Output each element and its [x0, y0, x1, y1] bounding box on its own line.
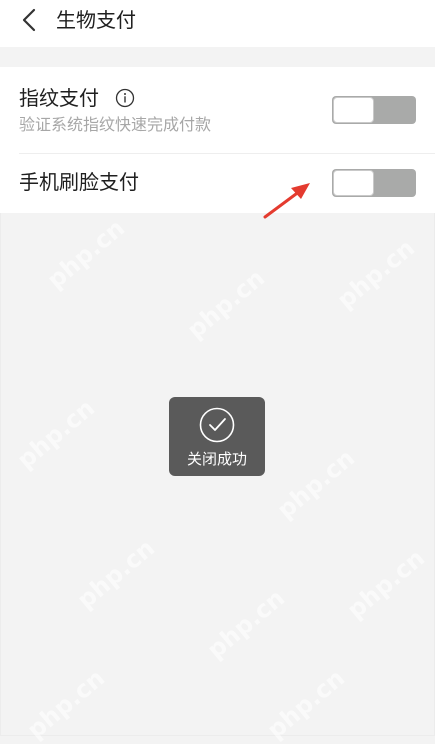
face-payment-row: 手机刷脸支付 [0, 154, 435, 213]
info-icon[interactable] [115, 88, 135, 108]
fingerprint-payment-row: 指纹支付 验证系统指纹快速完成付款 [0, 67, 435, 153]
page-title: 生物支付 [56, 8, 136, 32]
fingerprint-payment-toggle[interactable] [332, 96, 416, 124]
toast-message: 关闭成功 [186, 450, 247, 468]
chevron-left-icon[interactable] [16, 6, 44, 34]
success-toast: 关闭成功 [169, 397, 265, 476]
biometric-settings-list: 指纹支付 验证系统指纹快速完成付款 手机刷脸支付 [0, 67, 435, 213]
section-gap [0, 47, 435, 67]
toggle-knob [333, 170, 374, 196]
annotation-arrow-icon [262, 178, 314, 220]
checkmark-circle-icon [198, 406, 236, 444]
toggle-knob [333, 97, 374, 123]
navigation-header: 生物支付 [0, 0, 435, 47]
face-payment-title: 手机刷脸支付 [19, 170, 139, 194]
fingerprint-payment-subtitle: 验证系统指纹快速完成付款 [19, 115, 212, 134]
fingerprint-payment-title: 指纹支付 [19, 86, 99, 110]
face-payment-toggle[interactable] [332, 169, 416, 197]
